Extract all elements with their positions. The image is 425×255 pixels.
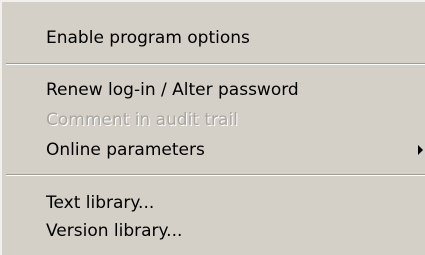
- submenu-arrow-icon: [418, 145, 423, 155]
- context-menu: Enable program options Renew log-in / Al…: [0, 0, 425, 255]
- menu-separator: [6, 63, 425, 65]
- menu-item-comment-audit-trail: Comment in audit trail: [2, 105, 425, 135]
- menu-item-label: Enable program options: [46, 28, 250, 48]
- menu-item-label: Text library...: [46, 193, 155, 213]
- menu-item-label: Renew log-in / Alter password: [46, 80, 299, 100]
- menu-item-label: Comment in audit trail: [46, 110, 238, 130]
- menu-item-label: Online parameters: [46, 140, 205, 160]
- menu-item-renew-login[interactable]: Renew log-in / Alter password: [2, 75, 425, 105]
- menu-item-enable-program-options[interactable]: Enable program options: [2, 23, 425, 53]
- menu-separator: [6, 174, 425, 176]
- menu-item-version-library[interactable]: Version library...: [2, 216, 425, 246]
- menu-item-online-parameters[interactable]: Online parameters: [2, 135, 425, 165]
- menu-item-text-library[interactable]: Text library...: [2, 188, 425, 218]
- menu-item-label: Version library...: [46, 221, 183, 241]
